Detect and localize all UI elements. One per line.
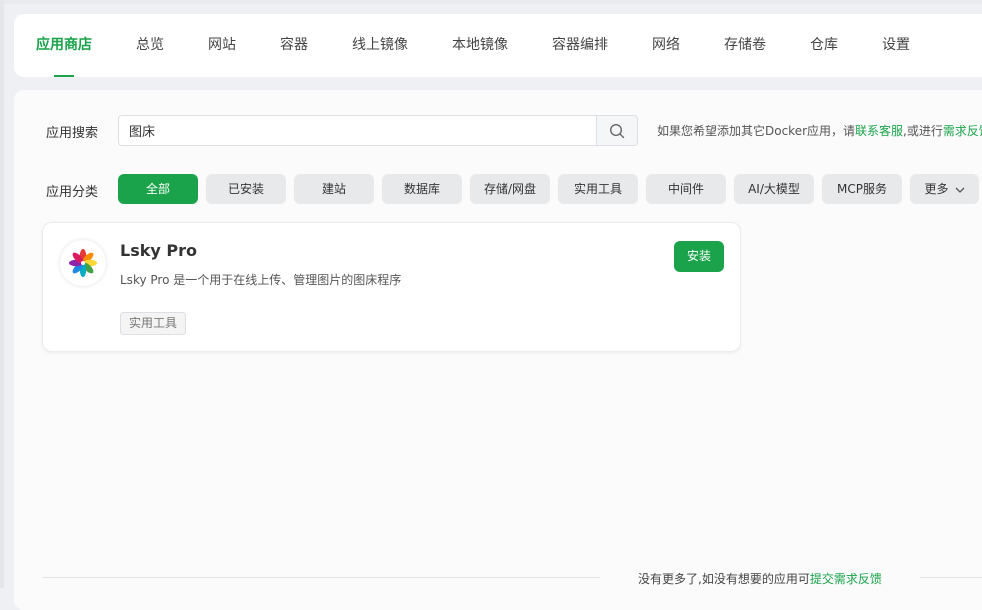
search-button[interactable] — [596, 115, 638, 146]
chip-middleware[interactable]: 中间件 — [646, 174, 726, 204]
nav-item-overview[interactable]: 总览 — [136, 14, 164, 77]
category-label: 应用分类 — [46, 185, 99, 200]
active-tab-indicator — [54, 75, 74, 77]
chip-tools[interactable]: 实用工具 — [558, 174, 638, 204]
nav-item-local-images[interactable]: 本地镜像 — [452, 14, 508, 77]
nav-item-compose[interactable]: 容器编排 — [552, 14, 608, 77]
chip-mcp[interactable]: MCP服务 — [822, 174, 902, 204]
nav-item-app-store[interactable]: 应用商店 — [36, 14, 92, 77]
chevron-down-icon — [955, 187, 964, 193]
submit-feedback-link[interactable]: 提交需求反馈 — [810, 572, 882, 586]
app-name: Lsky Pro — [120, 241, 197, 260]
add-app-hint: 如果您希望添加其它Docker应用，请联系客服,或进行需求反馈 — [657, 122, 982, 139]
lsky-pinwheel-icon — [69, 249, 97, 277]
app-logo — [60, 240, 106, 286]
chip-ai[interactable]: AI/大模型 — [734, 174, 814, 204]
nav-item-volumes[interactable]: 存储卷 — [724, 14, 766, 77]
no-more-text: 没有更多了,如没有想要的应用可 — [638, 572, 810, 586]
nav-item-websites[interactable]: 网站 — [208, 14, 236, 77]
top-edge — [4, 0, 982, 4]
hint-text: 如果您希望添加其它Docker应用，请 — [657, 124, 856, 138]
hint-mid-text: ,或进行 — [903, 124, 943, 138]
top-nav: 应用商店 总览 网站 容器 线上镜像 本地镜像 容器编排 网络 存储卷 仓库 设… — [14, 14, 982, 77]
footer-text: 没有更多了,如没有想要的应用可提交需求反馈 — [638, 570, 882, 587]
main-panel: 应用搜索 如果您希望添加其它Docker应用，请联系客服,或进行需求反馈 应用分… — [14, 90, 982, 610]
chip-more-label: 更多 — [924, 182, 949, 196]
search-label: 应用搜索 — [46, 126, 99, 141]
chip-website[interactable]: 建站 — [294, 174, 374, 204]
app-card[interactable]: Lsky Pro Lsky Pro 是一个用于在线上传、管理图片的图床程序 实用… — [42, 222, 741, 352]
nav-item-network[interactable]: 网络 — [652, 14, 680, 77]
app-tag: 实用工具 — [120, 312, 187, 335]
feedback-link[interactable]: 需求反馈 — [943, 124, 982, 138]
chip-installed[interactable]: 已安装 — [206, 174, 286, 204]
nav-item-settings[interactable]: 设置 — [882, 14, 910, 77]
nav-item-registry[interactable]: 仓库 — [810, 14, 838, 77]
nav-item-containers[interactable]: 容器 — [280, 14, 308, 77]
app-description: Lsky Pro 是一个用于在线上传、管理图片的图床程序 — [120, 273, 402, 287]
search-input[interactable] — [118, 115, 596, 146]
install-button[interactable]: 安装 — [674, 241, 724, 272]
list-end-message: 没有更多了,如没有想要的应用可提交需求反馈 — [600, 558, 920, 598]
chip-more[interactable]: 更多 — [910, 174, 979, 204]
contact-support-link[interactable]: 联系客服 — [855, 124, 903, 138]
chip-database[interactable]: 数据库 — [382, 174, 462, 204]
chip-storage[interactable]: 存储/网盘 — [470, 174, 550, 204]
search-icon — [609, 123, 625, 138]
nav-item-online-images[interactable]: 线上镜像 — [352, 14, 408, 77]
left-edge — [0, 0, 4, 588]
chip-all[interactable]: 全部 — [118, 174, 198, 204]
